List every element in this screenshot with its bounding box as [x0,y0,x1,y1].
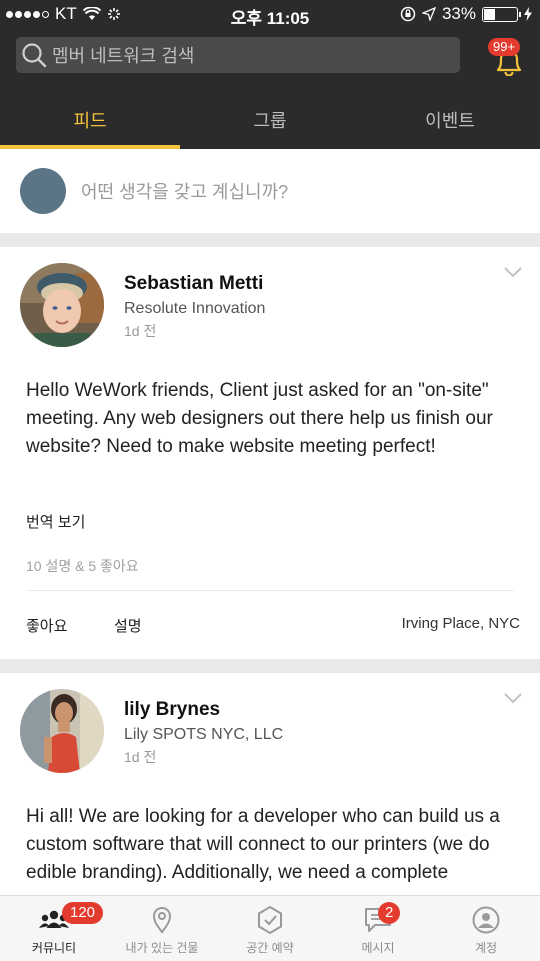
post-location: Irving Place, NYC [401,615,520,632]
like-button[interactable]: 좋아요 [26,615,67,636]
nav-space-booking-label: 공간 예약 [246,941,294,955]
author-name[interactable]: Sebastian Metti [124,273,263,295]
feed-post: lily Brynes Lily SPOTS NYC, LLC 1d 전 Hi … [0,673,540,895]
current-user-avatar [20,168,66,214]
location-arrow-icon [421,7,436,21]
feed-tabs: 피드 그룹 이벤트 [0,98,540,149]
post-body: Hello WeWork friends, Client just asked … [26,380,493,457]
bottom-tab-bar: 120 커뮤니티 내가 있는 건물 공간 예약 2 메시지 계정 [0,895,540,961]
see-translation-link[interactable]: 번역 보기 [26,511,85,532]
nav-messages[interactable]: 2 메시지 [324,896,432,961]
nav-community-label: 커뮤니티 [31,941,77,955]
tab-groups[interactable]: 그룹 [180,98,360,149]
author-company: Resolute Innovation [124,300,266,317]
nav-account[interactable]: 계정 [432,896,540,961]
author-name[interactable]: lily Brynes [124,699,220,721]
status-right: 33% [400,4,532,24]
comment-button[interactable]: 설명 [114,615,142,636]
messages-badge: 2 [378,902,401,924]
tab-events-label: 이벤트 [425,111,475,131]
nav-account-label: 계정 [474,941,498,955]
nav-community[interactable]: 120 커뮤니티 [0,896,108,961]
post-timestamp: 1d 전 [124,749,157,765]
notifications-button[interactable]: 99+ [488,38,528,78]
app-header: 멤버 네트워크 검색 99+ 피드 그룹 이벤트 [0,28,540,149]
community-badge: 120 [62,902,104,924]
nav-my-building[interactable]: 내가 있는 건물 [108,896,216,961]
nav-messages-label: 메시지 [361,941,395,955]
chevron-down-icon[interactable] [504,693,522,705]
nav-space-booking[interactable]: 공간 예약 [216,896,324,961]
orientation-lock-icon [400,6,416,22]
composer-placeholder: 어떤 생각을 갖고 계십니까? [81,182,289,202]
search-icon [16,37,52,73]
post-body: Hi all! We are looking for a developer w… [26,806,500,883]
post-divider [26,590,514,591]
chevron-down-icon[interactable] [504,267,522,279]
battery-icon [482,6,521,22]
tab-events[interactable]: 이벤트 [360,98,540,149]
post-stats[interactable]: 10 설명 & 5 좋아요 [26,556,139,576]
author-avatar[interactable] [20,263,104,347]
notification-count-badge: 99+ [488,38,521,56]
map-pin-icon [152,907,172,934]
member-search-input[interactable]: 멤버 네트워크 검색 [16,37,460,73]
tab-feed[interactable]: 피드 [0,98,180,149]
author-company: Lily SPOTS NYC, LLC [124,726,284,743]
account-icon [472,906,500,934]
post-timestamp: 1d 전 [124,323,157,339]
feed-post: Sebastian Metti Resolute Innovation 1d 전… [0,247,540,659]
nav-my-building-label: 내가 있는 건물 [125,941,199,955]
booking-check-icon [258,906,282,934]
status-bar: KT 오후 11:05 33% [0,0,540,28]
search-placeholder: 멤버 네트워크 검색 [52,46,195,66]
post-composer[interactable]: 어떤 생각을 갖고 계십니까? [0,149,540,233]
battery-percent: 33% [441,4,476,23]
author-avatar[interactable] [20,689,104,773]
charging-bolt-icon [524,7,532,21]
tab-groups-label: 그룹 [253,111,287,131]
tab-feed-label: 피드 [73,111,107,131]
